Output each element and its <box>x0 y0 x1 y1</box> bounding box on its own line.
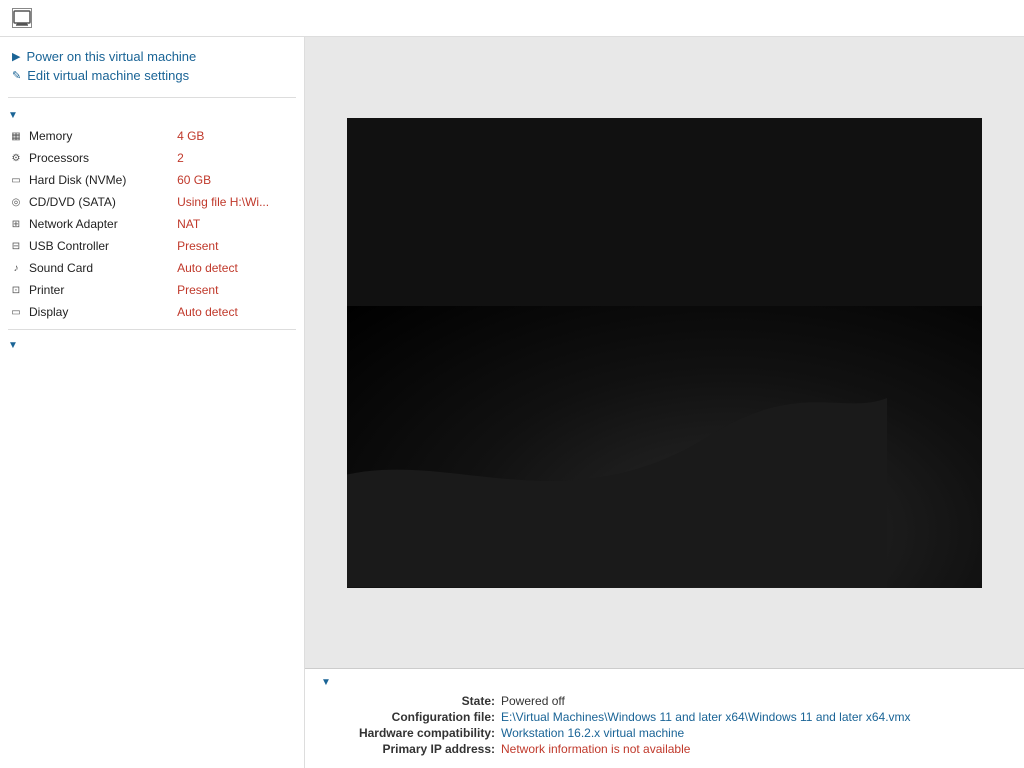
memory-value: 4 GB <box>169 125 304 147</box>
display-icon: ▭ <box>8 305 24 319</box>
processors-value: 2 <box>169 147 304 169</box>
power-on-icon: ▶ <box>12 50 20 63</box>
cd-dvd-name: CD/DVD (SATA) <box>29 195 116 209</box>
device-row-processors[interactable]: ⚙ Processors 2 <box>0 147 304 169</box>
detail-label-3: Primary IP address: <box>321 742 501 756</box>
vm-details-arrow-icon: ▼ <box>321 677 331 688</box>
sound-card-name: Sound Card <box>29 261 93 275</box>
hard-disk-name: Hard Disk (NVMe) <box>29 173 126 187</box>
device-row-sound-card[interactable]: ♪ Sound Card Auto detect <box>0 257 304 279</box>
action-power-on[interactable]: ▶ Power on this virtual machine <box>12 49 292 64</box>
detail-value-1: E:\Virtual Machines\Windows 11 and later… <box>501 710 1008 724</box>
device-row-hard-disk[interactable]: ▭ Hard Disk (NVMe) 60 GB <box>0 169 304 191</box>
display-name: Display <box>29 305 68 319</box>
vm-screen <box>347 118 982 588</box>
device-row-printer[interactable]: ⊡ Printer Present <box>0 279 304 301</box>
memory-icon: ▦ <box>8 129 24 143</box>
detail-label-0: State: <box>321 694 501 708</box>
description-section: ▼ <box>0 336 304 363</box>
edit-settings-icon: ✎ <box>12 69 21 82</box>
usb-controller-name: USB Controller <box>29 239 109 253</box>
power-on-label: Power on this virtual machine <box>26 49 196 64</box>
usb-controller-icon: ⊟ <box>8 239 24 253</box>
sound-card-icon: ♪ <box>8 261 24 275</box>
printer-name: Printer <box>29 283 64 297</box>
printer-value: Present <box>169 279 304 301</box>
usb-controller-value: Present <box>169 235 304 257</box>
vm-icon <box>12 8 32 28</box>
right-panel: ▼ State:Powered offConfiguration file:E:… <box>305 37 1024 768</box>
vm-screen-wave-svg <box>347 329 887 588</box>
device-row-memory[interactable]: ▦ Memory 4 GB <box>0 125 304 147</box>
sidebar: ▶ Power on this virtual machine ✎ Edit virt… <box>0 37 305 768</box>
detail-label-1: Configuration file: <box>321 710 501 724</box>
memory-name: Memory <box>29 129 72 143</box>
hard-disk-icon: ▭ <box>8 173 24 187</box>
display-value: Auto detect <box>169 301 304 323</box>
devices-table: ▦ Memory 4 GB ⚙ Processors 2 <box>0 125 304 323</box>
vm-details-grid: State:Powered offConfiguration file:E:\V… <box>321 694 1008 756</box>
sound-card-value: Auto detect <box>169 257 304 279</box>
details-section: ▼ State:Powered offConfiguration file:E:… <box>305 668 1024 768</box>
device-row-usb-controller[interactable]: ⊟ USB Controller Present <box>0 235 304 257</box>
vm-display-area <box>305 37 1024 668</box>
processors-name: Processors <box>29 151 89 165</box>
description-placeholder[interactable] <box>8 355 296 359</box>
printer-icon: ⊡ <box>8 283 24 297</box>
cd-dvd-icon: ◎ <box>8 195 24 209</box>
devices-section-header[interactable]: ▼ <box>0 104 304 125</box>
detail-value-2: Workstation 16.2.x virtual machine <box>501 726 1008 740</box>
device-row-network-adapter[interactable]: ⊞ Network Adapter NAT <box>0 213 304 235</box>
action-edit-settings[interactable]: ✎ Edit virtual machine settings <box>12 68 292 83</box>
description-arrow-icon: ▼ <box>8 340 18 351</box>
device-row-display[interactable]: ▭ Display Auto detect <box>0 301 304 323</box>
devices-arrow-icon: ▼ <box>8 110 18 121</box>
vm-details-header[interactable]: ▼ <box>321 677 1008 688</box>
action-buttons: ▶ Power on this virtual machine ✎ Edit virt… <box>0 45 304 91</box>
network-adapter-value: NAT <box>169 213 304 235</box>
cd-dvd-value: Using file H:\Wi... <box>169 191 304 213</box>
network-adapter-icon: ⊞ <box>8 217 24 231</box>
edit-settings-label: Edit virtual machine settings <box>27 68 189 83</box>
hard-disk-value: 60 GB <box>169 169 304 191</box>
description-header[interactable]: ▼ <box>8 340 296 351</box>
detail-value-0: Powered off <box>501 694 1008 708</box>
processors-icon: ⚙ <box>8 151 24 165</box>
detail-value-3: Network information is not available <box>501 742 1008 756</box>
network-adapter-name: Network Adapter <box>29 217 118 231</box>
detail-label-2: Hardware compatibility: <box>321 726 501 740</box>
device-row-cd-dvd[interactable]: ◎ CD/DVD (SATA) Using file H:\Wi... <box>0 191 304 213</box>
